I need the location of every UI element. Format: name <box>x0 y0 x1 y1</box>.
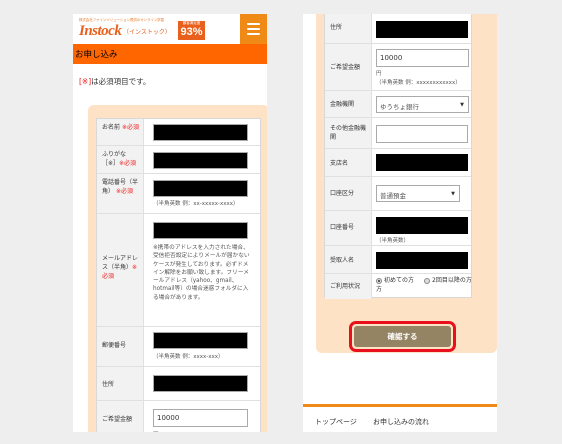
satisfaction-badge: 顧客満足度 93% <box>178 21 205 40</box>
address-input[interactable] <box>153 375 248 392</box>
account-number-hint: （半角英数） <box>376 238 410 244</box>
form-row-postal: 郵便番号 （半角英数 例：xxxx-xxx） <box>97 327 260 367</box>
hamburger-menu-button[interactable] <box>240 14 267 44</box>
amount-hint: （半角英数 例：xxxxxxxxxxxx） <box>376 80 461 86</box>
address-input[interactable] <box>376 21 468 38</box>
right-phone-screen: 住所 ご希望金額 10000 円 （半角英数 例：xxxxxxxxxxxx） 金… <box>303 14 497 432</box>
logo-word: Instock <box>79 23 122 39</box>
instock-logo[interactable]: 株式会社ファインソリューション提供のオンライン学習 Instock （インストッ… <box>79 18 205 42</box>
logo-subtitle: （インストック） <box>123 29 171 36</box>
postal-hint: （半角英数 例：xxxx-xxx） <box>153 354 224 360</box>
holder-name-input[interactable] <box>376 252 468 269</box>
form-row-other-bank: その他金融機関 <box>325 118 471 149</box>
usage-label-repeat[interactable]: 2回目以降の方 <box>432 277 472 285</box>
usage-radio-repeat[interactable] <box>424 278 430 284</box>
form-row-usage: ご利用状況 初めての方 2回目以降の方 方 <box>325 274 472 299</box>
application-form: お名前 ※必須 ふりがな［※］※必須 電話番号（半角） ※必須 （半角英数 例：… <box>96 118 261 432</box>
chevron-down-icon: ▼ <box>451 191 455 197</box>
form-row-branch: 支店名 <box>325 149 471 177</box>
form-row-account-type: 口座区分 普通預金 ▼ <box>325 177 471 211</box>
footer-divider <box>303 404 497 407</box>
amount-input[interactable]: 10000 <box>153 409 248 427</box>
account-number-input[interactable] <box>376 217 468 234</box>
form-row-holder: 受取人名 <box>325 246 471 274</box>
form-row-bank: 金融機関 ゆうちょ銀行 ▼ <box>325 91 471 118</box>
email-note: ※携帯のアドレスを入力された場合、受信拒否設定によりメールが届かないケースが発生… <box>153 245 250 301</box>
form-row-amount: ご希望金額 10000 円 （半角英数 例：xxxxxxxxxxxx） <box>325 44 471 91</box>
account-type-select[interactable]: 普通預金 ▼ <box>376 185 460 202</box>
bank-select[interactable]: ゆうちょ銀行 ▼ <box>376 96 469 113</box>
footer-link-flow[interactable]: お申し込みの流れ <box>373 417 429 427</box>
required-note: [※]は必須項目です。 <box>79 77 151 86</box>
form-panel: 住所 ご希望金額 10000 円 （半角英数 例：xxxxxxxxxxxx） 金… <box>316 14 497 353</box>
name-input[interactable] <box>153 124 248 141</box>
application-form-continued: 住所 ご希望金額 10000 円 （半角英数 例：xxxxxxxxxxxx） 金… <box>324 14 472 299</box>
phone-hint: （半角英数 例：xx-xxxxx-xxxx） <box>153 201 239 207</box>
confirm-button[interactable]: 確認する <box>354 326 451 347</box>
phone-input[interactable] <box>153 180 248 197</box>
furigana-input[interactable] <box>153 152 248 169</box>
form-panel: お名前 ※必須 ふりがな［※］※必須 電話番号（半角） ※必須 （半角英数 例：… <box>88 105 267 432</box>
usage-radio-first[interactable] <box>376 278 382 284</box>
form-row-email: メールアドレス（半角）※必須 ※携帯のアドレスを入力された場合、受信拒否設定によ… <box>97 214 260 327</box>
form-row-amount: ご希望金額 10000 円 <box>97 401 260 432</box>
left-phone-screen: 株式会社ファインソリューション提供のオンライン学習 Instock （インストッ… <box>73 14 267 432</box>
form-row-name: お名前 ※必須 <box>97 119 260 146</box>
form-row-address: 住所 <box>97 367 260 401</box>
site-header: 株式会社ファインソリューション提供のオンライン学習 Instock （インストッ… <box>73 14 267 44</box>
email-input[interactable] <box>153 222 248 239</box>
confirm-button-highlight: 確認する <box>349 321 456 352</box>
form-row-furigana: ふりがな［※］※必須 <box>97 146 260 174</box>
usage-label-first[interactable]: 初めての方 <box>384 277 414 285</box>
amount-unit: 円 <box>376 71 382 77</box>
amount-unit: 円 <box>153 430 159 432</box>
chevron-down-icon: ▼ <box>460 102 464 108</box>
footer-link-top[interactable]: トップページ <box>315 417 357 427</box>
form-row-address: 住所 <box>325 14 471 44</box>
page-title-bar: お申し込み <box>73 44 267 64</box>
form-row-phone: 電話番号（半角） ※必須 （半角英数 例：xx-xxxxx-xxxx） <box>97 174 260 214</box>
branch-input[interactable] <box>376 154 468 171</box>
page-title: お申し込み <box>75 50 118 60</box>
postal-input[interactable] <box>153 332 248 349</box>
form-row-account-number: 口座番号 （半角英数） <box>325 211 471 246</box>
amount-input[interactable]: 10000 <box>376 49 469 67</box>
other-bank-input[interactable] <box>376 125 468 143</box>
